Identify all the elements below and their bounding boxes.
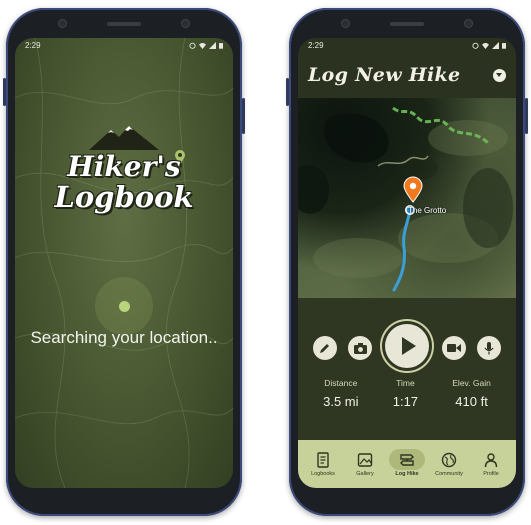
signpost-icon: [400, 453, 414, 466]
stat-value: 410 ft: [455, 394, 488, 409]
power-button: [242, 98, 245, 134]
status-bar: 2:29: [15, 38, 233, 52]
tab-community[interactable]: Community: [430, 452, 468, 477]
tab-gallery[interactable]: Gallery: [346, 452, 384, 477]
app-showcase: 2:29 Hiker's Logbook Searching your loca…: [0, 0, 531, 525]
person-icon: [484, 452, 498, 467]
edit-button[interactable]: [313, 336, 337, 360]
globe-icon: [441, 452, 457, 467]
signal-icon: [492, 41, 499, 49]
bottom-tab-bar: Logbooks Gallery Log Hike Community Prof…: [298, 440, 516, 488]
status-time: 2:29: [308, 40, 324, 50]
tab-label: Gallery: [356, 470, 374, 477]
camera-icon: [353, 342, 367, 354]
stat-value: 3.5 mi: [323, 394, 359, 409]
tab-profile[interactable]: Profile: [472, 452, 510, 477]
dropdown-chevron-button[interactable]: [493, 68, 506, 82]
topo-contour-decoration: [15, 38, 233, 488]
sensor: [181, 19, 190, 28]
app-header: Log New Hike: [298, 52, 516, 98]
tab-label: Log Hike: [395, 470, 419, 477]
logo-text-logbook: Logbook: [54, 180, 194, 214]
stat-label: Elev. Gain: [452, 378, 491, 388]
front-camera: [341, 19, 350, 28]
hike-map[interactable]: The Grotto: [298, 98, 516, 298]
page-title: Log New Hike: [308, 64, 461, 86]
location-dot: [118, 300, 130, 312]
tab-label: Profile: [483, 470, 499, 477]
phone-right: 2:29 Log New Hike The Grotto Distance 3.…: [286, 8, 528, 516]
image-icon: [357, 452, 373, 467]
alarm-icon: [189, 42, 196, 49]
stat-time: Time 1:17: [393, 378, 418, 409]
hikers-logbook-logo: Hiker's Logbook: [49, 124, 199, 222]
sensor: [464, 19, 473, 28]
status-bar: 2:29: [298, 38, 516, 52]
splash-screen: 2:29 Hiker's Logbook Searching your loca…: [15, 38, 233, 488]
record-audio-button[interactable]: [477, 336, 501, 360]
signal-icon: [209, 41, 216, 49]
map-terrain-overlay: [298, 106, 513, 292]
stat-value: 1:17: [392, 394, 419, 409]
phone-left: 2:29 Hiker's Logbook Searching your loca…: [3, 8, 245, 516]
add-photo-button[interactable]: [348, 336, 372, 360]
mountain-icon: [89, 126, 159, 150]
volume-button: [3, 78, 6, 106]
start-recording-button[interactable]: [385, 324, 429, 368]
log-hike-app: 2:29 Log New Hike The Grotto Distance 3.…: [298, 38, 516, 488]
searching-location-message: Searching your location..: [30, 328, 218, 347]
wifi-icon: [482, 42, 489, 49]
stat-label: Distance: [324, 378, 358, 388]
video-camera-icon: [447, 344, 461, 352]
wifi-icon: [199, 42, 206, 49]
stat-label: Time: [396, 378, 415, 388]
book-icon: [317, 451, 329, 468]
alarm-icon: [472, 42, 479, 49]
microphone-icon: [484, 341, 494, 354]
volume-button: [286, 78, 289, 106]
battery-icon: [219, 42, 223, 49]
splash-background: 2:29 Hiker's Logbook Searching your loca…: [15, 38, 233, 488]
tab-label: Logbooks: [311, 470, 335, 477]
pencil-icon: [320, 344, 329, 353]
power-button: [525, 98, 528, 134]
record-video-button[interactable]: [442, 336, 466, 360]
tab-label: Community: [435, 470, 463, 477]
log-hike-screen: 2:29 Log New Hike The Grotto Distance 3.…: [298, 38, 516, 488]
tab-logbooks[interactable]: Logbooks: [304, 451, 342, 477]
earpiece-speaker: [107, 22, 141, 26]
hike-controls-panel: Distance 3.5 mi Time 1:17 Elev. Gain 410…: [298, 298, 516, 440]
status-icons: [189, 41, 223, 49]
tab-log-hike[interactable]: Log Hike: [388, 448, 426, 477]
stat-distance: Distance 3.5 mi: [323, 378, 358, 409]
hike-stats: Distance 3.5 mi Time 1:17 Elev. Gain 410…: [298, 378, 516, 409]
stat-elevation-gain: Elev. Gain 410 ft: [452, 378, 491, 409]
map-poi-label[interactable]: The Grotto: [408, 206, 446, 215]
status-icons: [472, 41, 506, 49]
play-icon: [401, 337, 416, 355]
front-camera: [58, 19, 67, 28]
earpiece-speaker: [390, 22, 424, 26]
logo-text-hikers: Hiker's: [67, 150, 181, 183]
status-time: 2:29: [25, 40, 41, 50]
battery-icon: [502, 42, 506, 49]
